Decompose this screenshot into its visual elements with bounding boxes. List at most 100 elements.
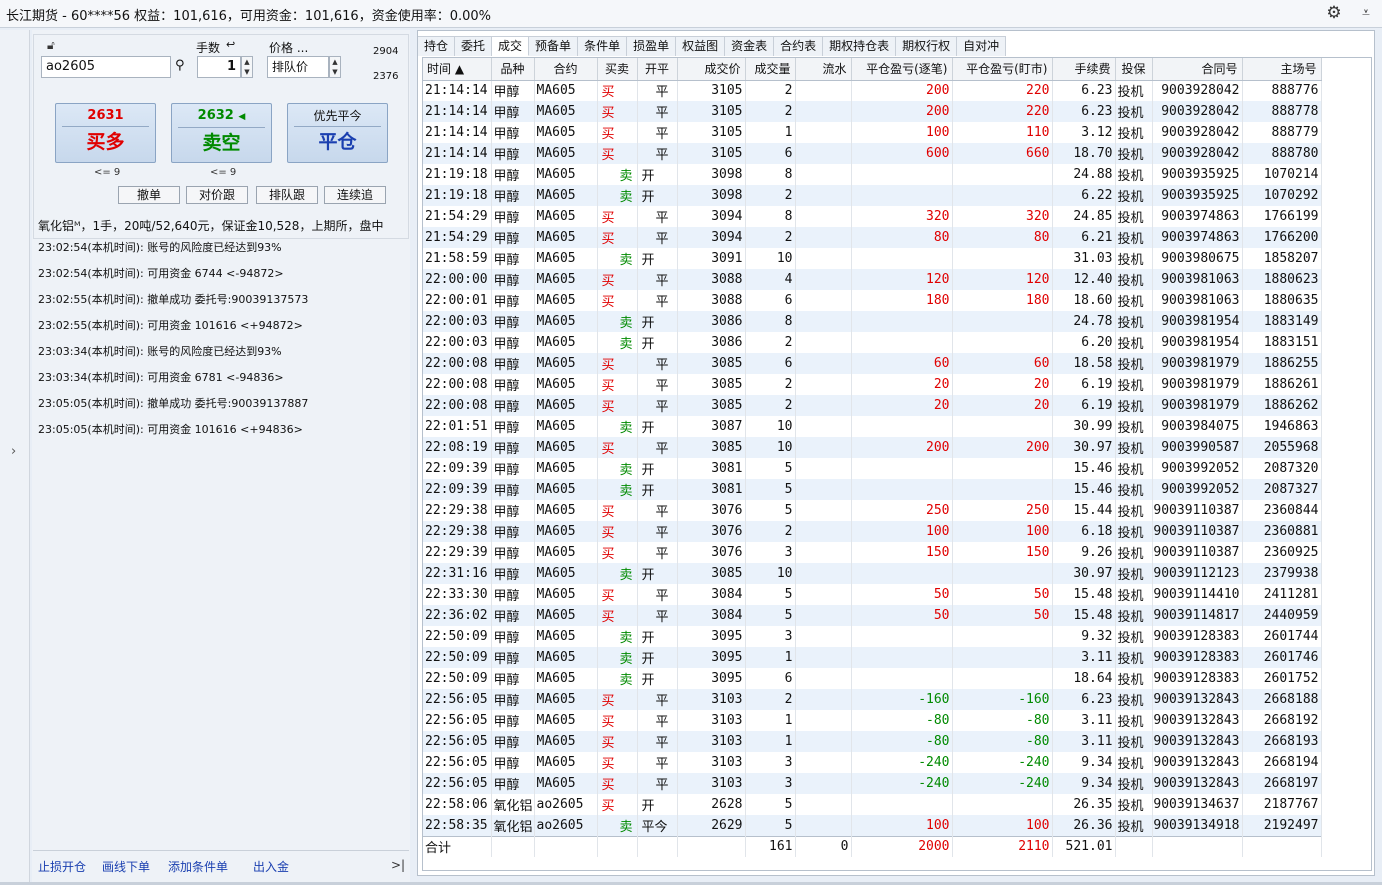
price-stepper[interactable]: ▲ ▼ (329, 56, 341, 78)
tab-8[interactable]: 合约表 (774, 36, 824, 56)
table-row[interactable]: 22:56:05 甲醇 MA605 买平 3103 3 -240 -240 9.34 投机 9003… (423, 773, 1322, 794)
column-header[interactable]: 合同号 (1152, 58, 1243, 81)
gear-icon[interactable]: ⚙ (1324, 3, 1344, 23)
table-row[interactable]: 21:14:14 甲醇 MA605 买平 3105 2 200 220 6.23 投机 900392… (423, 101, 1322, 122)
table-row[interactable]: 22:29:38 甲醇 MA605 买平 3076 5 250 250 15.44 投机 90039… (423, 500, 1322, 521)
table-row[interactable]: 21:54:29 甲醇 MA605 买平 3094 8 320 320 24.85 投机 90039… (423, 206, 1322, 227)
table-row[interactable]: 22:33:30 甲醇 MA605 买平 3084 5 50 50 15.48 投机 9003911… (423, 584, 1322, 605)
table-cell (795, 185, 852, 206)
table-row[interactable]: 21:14:14 甲醇 MA605 买平 3105 2 200 220 6.23 投机 900392… (423, 80, 1322, 101)
contract-input[interactable]: ao2605 (41, 56, 171, 78)
table-row[interactable]: 22:00:08 甲醇 MA605 买平 3085 6 60 60 18.58 投机 9003981… (423, 353, 1322, 374)
table-row[interactable]: 21:54:29 甲醇 MA605 买平 3094 2 80 80 6.21 投机 90039748… (423, 227, 1322, 248)
table-row[interactable]: 22:00:01 甲醇 MA605 买平 3088 6 180 180 18.60 投机 90039… (423, 290, 1322, 311)
table-cell: 21:14:14 (423, 101, 492, 122)
table-row[interactable]: 22:56:05 甲醇 MA605 买平 3103 1 -80 -80 3.11 投机 900391… (423, 731, 1322, 752)
add-condition-order-link[interactable]: 添加条件单 (168, 858, 228, 875)
collapse-right-icon[interactable]: >| (391, 858, 405, 872)
draw-line-order-link[interactable]: 画线下单 (102, 858, 150, 875)
column-header[interactable]: 平仓盈亏(盯市) (952, 58, 1053, 81)
column-header[interactable]: 合约 (534, 58, 598, 81)
price-label[interactable]: 价格 ... (269, 39, 308, 56)
sell-short-button[interactable]: 2632 ◀ 卖空 (171, 103, 272, 163)
column-header[interactable]: 开平 (637, 58, 678, 81)
qty-input[interactable]: 1 (197, 56, 241, 78)
chevron-down-icon[interactable]: ⩡ (1356, 3, 1376, 23)
column-header[interactable]: 手续费 (1052, 58, 1116, 81)
table-row[interactable]: 22:56:05 甲醇 MA605 买平 3103 3 -240 -240 9.34 投机 9003… (423, 752, 1322, 773)
table-row[interactable]: 22:56:05 甲醇 MA605 买平 3103 2 -160 -160 6.23 投机 9003… (423, 689, 1322, 710)
table-row[interactable]: 22:50:09 甲醇 MA605 卖开 3095 6 18.64 投机 90039128383… (423, 668, 1322, 689)
buy-long-button[interactable]: 2631 买多 (55, 103, 156, 163)
unlock-icon[interactable]: 🔓︎ (47, 38, 55, 53)
tab-10[interactable]: 期权行权 (896, 36, 958, 56)
tab-11[interactable]: 自对冲 (957, 36, 1007, 56)
table-cell: 1880623 (1242, 269, 1322, 290)
tab-7[interactable]: 资金表 (725, 36, 775, 56)
tab-2[interactable]: 成交 (492, 36, 530, 56)
table-row[interactable]: 22:29:39 甲醇 MA605 买平 3076 3 150 150 9.26 投机 900391… (423, 542, 1322, 563)
table-row[interactable]: 22:50:09 甲醇 MA605 卖开 3095 3 9.32 投机 90039128383 2… (423, 626, 1322, 647)
column-header[interactable]: 品种 (491, 58, 535, 81)
table-cell: MA605 (534, 458, 598, 479)
tab-6[interactable]: 权益图 (676, 36, 726, 56)
column-header[interactable]: 平仓盈亏(逐笔) (851, 58, 953, 81)
column-header[interactable]: 成交价 (677, 58, 746, 81)
tab-9[interactable]: 期权持仓表 (823, 36, 897, 56)
table-row[interactable]: 22:09:39 甲醇 MA605 卖开 3081 5 15.46 投机 9003992052 2… (423, 458, 1322, 479)
stop-loss-open-link[interactable]: 止损开仓 (38, 858, 86, 875)
tab-4[interactable]: 条件单 (578, 36, 628, 56)
table-row[interactable]: 21:58:59 甲醇 MA605 卖开 3091 10 31.03 投机 9003980675… (423, 248, 1322, 269)
table-row[interactable]: 22:09:39 甲醇 MA605 卖开 3081 5 15.46 投机 9003992052 2… (423, 479, 1322, 500)
close-position-button[interactable]: 优先平今 平仓 (287, 103, 388, 163)
table-row[interactable]: 22:29:38 甲醇 MA605 买平 3076 2 100 100 6.18 投机 900391… (423, 521, 1322, 542)
table-row[interactable]: 22:00:03 甲醇 MA605 卖开 3086 8 24.78 投机 9003981954 1… (423, 311, 1322, 332)
tab-1[interactable]: 委托 (455, 36, 493, 56)
log-line: 23:02:54(本机时间): 账号的风险度已经达到93% (38, 241, 282, 254)
table-row[interactable]: 21:14:14 甲醇 MA605 买平 3105 6 600 660 18.70 投机 90039… (423, 143, 1322, 164)
table-row[interactable]: 22:00:03 甲醇 MA605 卖开 3086 2 6.20 投机 9003981954 18… (423, 332, 1322, 353)
column-header[interactable]: 流水 (795, 58, 852, 81)
column-header[interactable]: 时间 ▲ (423, 58, 492, 81)
tab-3[interactable]: 预备单 (529, 36, 579, 56)
table-cell: 投机 (1115, 794, 1153, 815)
chevron-right-icon[interactable]: › (11, 444, 16, 459)
log-line: 23:05:05(本机时间): 可用资金 101616 <+94836> (38, 423, 303, 436)
table-cell: 3095 (677, 668, 746, 689)
table-cell: 投机 (1115, 332, 1153, 353)
search-icon[interactable]: ⚲ (175, 58, 185, 73)
table-row[interactable]: 22:58:06 氧化铝 ao2605 买开 2628 5 26.35 投机 900391346… (423, 794, 1322, 815)
table-row[interactable]: 22:01:51 甲醇 MA605 卖开 3087 10 30.99 投机 9003984075… (423, 416, 1322, 437)
tab-0[interactable]: 持仓 (418, 36, 456, 56)
table-row[interactable]: 21:19:18 甲醇 MA605 卖开 3098 2 6.22 投机 9003935925 10… (423, 185, 1322, 206)
table-row[interactable]: 22:50:09 甲醇 MA605 卖开 3095 1 3.11 投机 90039128383 2… (423, 647, 1322, 668)
table-row[interactable]: 22:00:00 甲醇 MA605 买平 3088 4 120 120 12.40 投机 90039… (423, 269, 1322, 290)
follow-queue-price-button[interactable]: 排队跟 (256, 186, 318, 204)
follow-counter-price-button[interactable]: 对价跟 (186, 186, 248, 204)
table-row[interactable]: 22:00:08 甲醇 MA605 买平 3085 2 20 20 6.19 投机 90039819… (423, 395, 1322, 416)
table-row[interactable]: 22:31:16 甲醇 MA605 卖开 3085 10 30.97 投机 9003911212… (423, 563, 1322, 584)
side-collapse-strip[interactable]: › (0, 30, 30, 885)
column-header[interactable]: 投保 (1115, 58, 1153, 81)
table-cell: 3091 (677, 248, 746, 269)
cancel-order-button[interactable]: 撤单 (118, 186, 180, 204)
continuous-chase-button[interactable]: 连续追 (324, 186, 386, 204)
table-cell (795, 164, 852, 185)
qty-stepper[interactable]: ▲ ▼ (241, 56, 253, 78)
table-row[interactable]: 22:36:02 甲醇 MA605 买平 3084 5 50 50 15.48 投机 9003911… (423, 605, 1322, 626)
table-row[interactable]: 22:56:05 甲醇 MA605 买平 3103 1 -80 -80 3.11 投机 900391… (423, 710, 1322, 731)
deposit-withdraw-link[interactable]: 出入金 (253, 858, 289, 875)
column-header[interactable]: 成交量 (745, 58, 796, 81)
table-row[interactable]: 22:00:08 甲醇 MA605 买平 3085 2 20 20 6.19 投机 90039819… (423, 374, 1322, 395)
tab-5[interactable]: 损盈单 (627, 36, 677, 56)
table-cell (795, 143, 852, 164)
price-mode-select[interactable]: 排队价 (267, 56, 329, 78)
table-row[interactable]: 22:58:35 氧化铝 ao2605 卖平今 2629 5 100 100 26.36 投机 90… (423, 815, 1322, 836)
table-row[interactable]: 21:19:18 甲醇 MA605 卖开 3098 8 24.88 投机 9003935925 1… (423, 164, 1322, 185)
table-cell (795, 374, 852, 395)
table-row[interactable]: 21:14:14 甲醇 MA605 买平 3105 1 100 110 3.12 投机 900392… (423, 122, 1322, 143)
column-header[interactable]: 买卖 (597, 58, 638, 81)
column-header[interactable]: 主场号 (1242, 58, 1322, 81)
table-row[interactable]: 22:08:19 甲醇 MA605 买平 3085 10 200 200 30.97 投机 9003… (423, 437, 1322, 458)
return-icon[interactable]: ↩ (226, 38, 235, 51)
